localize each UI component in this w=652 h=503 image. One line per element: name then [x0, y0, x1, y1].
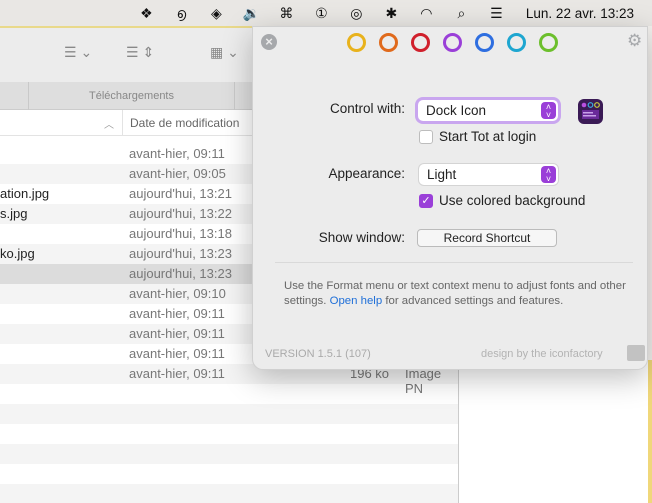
airdrop-icon[interactable]: ◎ [339, 5, 374, 22]
file-name: ation.jpg [0, 186, 50, 201]
file-date: avant-hier, 09:11 [129, 146, 225, 161]
appearance-select[interactable]: Light ˄ ˅ [419, 164, 558, 185]
record-shortcut-button[interactable]: Record Shortcut [417, 229, 557, 247]
stepper-icon: ˄ ˅ [541, 166, 556, 184]
layers-icon[interactable]: ◈ [199, 5, 234, 22]
command-icon[interactable]: ⌘ [269, 5, 304, 22]
wifi-icon[interactable]: ◠ [409, 5, 444, 22]
sort-ascending-icon[interactable]: ︿ [104, 116, 114, 131]
color-dot-3[interactable] [411, 33, 430, 52]
gear-icon[interactable]: ⚙ [627, 31, 642, 51]
control-center-icon[interactable]: ☰ [479, 5, 514, 22]
credit-label[interactable]: design by the iconfactory [481, 348, 603, 360]
file-date: aujourd'hui, 13:22 [129, 206, 232, 221]
version-label: VERSION 1.5.1 (107) [265, 348, 371, 360]
file-date: avant-hier, 09:11 [129, 326, 225, 341]
window-edge [648, 360, 652, 503]
volume-icon[interactable]: 🔉 [234, 5, 269, 22]
file-date: aujourd'hui, 13:23 [129, 246, 232, 261]
tot-app-icon [578, 99, 603, 124]
help-text-post: for advanced settings and features. [382, 295, 564, 307]
colored-background-label: Use colored background [439, 193, 586, 208]
file-name: s.jpg [0, 206, 28, 221]
control-with-select[interactable]: Dock Icon ˄ ˅ [418, 100, 558, 121]
file-date: aujourd'hui, 13:18 [129, 226, 232, 241]
dropbox-icon[interactable]: ❖ [129, 5, 164, 22]
file-date: aujourd'hui, 13:21 [129, 186, 232, 201]
file-date: aujourd'hui, 13:23 [129, 266, 232, 281]
menu-bar: ❖ ൭ ◈ 🔉 ⌘ ① ◎ ✱ ◠ ⌕ ☰ Lun. 22 avr. 13:23 [0, 0, 652, 26]
stepper-icon: ˄ ˅ [541, 102, 556, 120]
empty-row [0, 384, 458, 404]
appearance-label: Appearance: [328, 166, 405, 181]
column-header-date[interactable]: Date de modification [122, 110, 239, 136]
empty-row [0, 464, 458, 484]
bluetooth-icon[interactable]: ✱ [374, 5, 409, 22]
file-date: avant-hier, 09:05 [129, 166, 226, 181]
menu-bar-clock[interactable]: Lun. 22 avr. 13:23 [526, 6, 634, 21]
start-at-login-checkbox[interactable] [419, 130, 433, 144]
search-icon[interactable]: ⌕ [444, 5, 479, 22]
color-dot-6[interactable] [507, 33, 526, 52]
timer-icon[interactable]: ① [304, 5, 339, 22]
color-dot-1[interactable] [347, 33, 366, 52]
colored-background-checkbox[interactable]: ✓ [419, 194, 433, 208]
tot-preferences-window: × ⚙ Control with: Dock Icon ˄ ˅ Start Tot… [252, 26, 648, 370]
snail-icon[interactable]: ൭ [164, 5, 199, 22]
file-date: avant-hier, 09:11 [129, 366, 225, 381]
control-with-value: Dock Icon [426, 103, 487, 118]
divider [275, 262, 633, 263]
empty-row [0, 444, 458, 464]
open-help-link[interactable]: Open help [330, 295, 383, 307]
appearance-value: Light [427, 167, 457, 182]
file-date: avant-hier, 09:11 [129, 346, 225, 361]
close-icon[interactable]: × [261, 34, 277, 50]
color-dot-2[interactable] [379, 33, 398, 52]
empty-row [0, 404, 458, 424]
empty-row [0, 424, 458, 444]
view-options-icon[interactable]: ▦ ⌄ [210, 44, 239, 61]
empty-row [0, 484, 458, 503]
color-dot-4[interactable] [443, 33, 462, 52]
help-text: Use the Format menu or text context menu… [284, 279, 629, 309]
tab-downloads[interactable]: Téléchargements [28, 82, 235, 110]
iconfactory-logo-icon[interactable] [627, 345, 645, 361]
file-name: ko.jpg [0, 246, 35, 261]
control-with-label: Control with: [329, 101, 405, 116]
color-dot-7[interactable] [539, 33, 558, 52]
file-date: avant-hier, 09:10 [129, 286, 226, 301]
color-dots [347, 33, 558, 52]
group-by-icon[interactable]: ☰ ⌄ [64, 44, 92, 61]
file-date: avant-hier, 09:11 [129, 306, 225, 321]
show-window-label: Show window: [318, 230, 405, 245]
color-dot-5[interactable] [475, 33, 494, 52]
preview-pane [458, 360, 652, 503]
sort-icon[interactable]: ☰ ⇕ [126, 44, 154, 61]
start-at-login-label: Start Tot at login [439, 129, 537, 144]
